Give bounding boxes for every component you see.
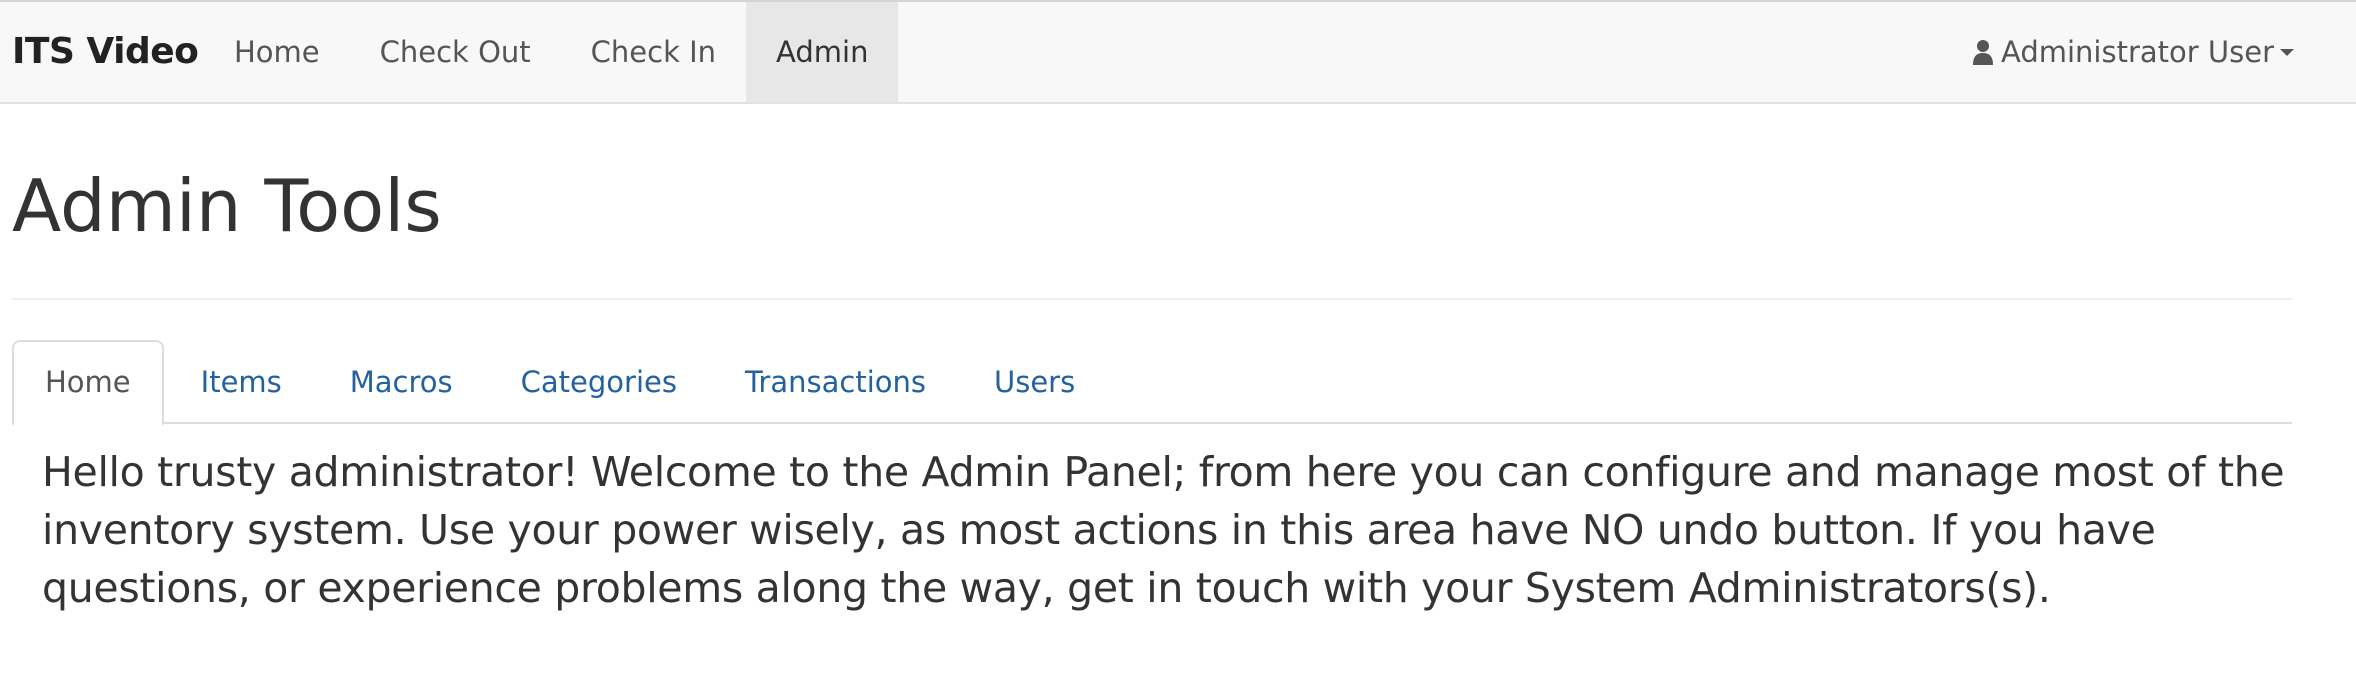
caret-down-icon — [2280, 48, 2294, 56]
tab-categories[interactable]: Categories — [490, 340, 708, 424]
tab-users[interactable]: Users — [963, 340, 1106, 424]
tab-transactions[interactable]: Transactions — [714, 340, 957, 424]
tab-home[interactable]: Home — [12, 340, 164, 426]
nav-item-check-out[interactable]: Check Out — [350, 2, 561, 102]
nav-item-home[interactable]: Home — [204, 2, 350, 102]
admin-tabs: Home Items Macros Categories Transaction… — [12, 340, 2292, 426]
main-nav: Home Check Out Check In Admin — [204, 2, 899, 102]
nav-item-admin[interactable]: Admin — [746, 2, 899, 102]
user-menu-dropdown[interactable]: Administrator User — [1972, 2, 2294, 102]
top-navbar: ITS Video Home Check Out Check In Admin … — [0, 0, 2356, 104]
title-divider — [12, 298, 2292, 300]
tab-macros[interactable]: Macros — [319, 340, 484, 424]
tab-items[interactable]: Items — [170, 340, 313, 424]
user-name-label: Administrator User — [2000, 35, 2274, 69]
nav-item-check-in[interactable]: Check In — [561, 2, 746, 102]
welcome-message: Hello trusty administrator! Welcome to t… — [42, 448, 2285, 612]
user-icon — [1972, 39, 1993, 65]
brand-logo[interactable]: ITS Video — [12, 2, 199, 102]
page-title: Admin Tools — [12, 164, 442, 248]
